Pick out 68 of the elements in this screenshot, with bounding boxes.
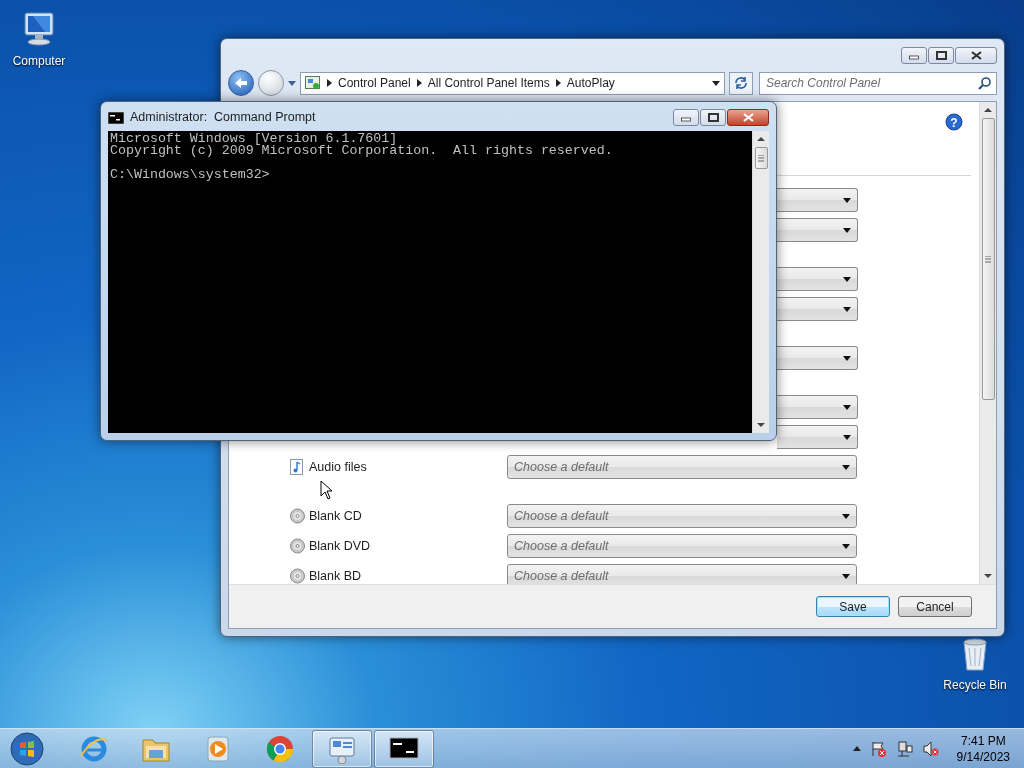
caret-icon[interactable] [843, 434, 851, 440]
chevron-icon[interactable] [555, 79, 561, 87]
dropdown[interactable]: Choose a default [507, 504, 857, 528]
caret-icon[interactable] [842, 513, 850, 519]
console-icon [108, 111, 124, 124]
back-arrow-icon[interactable] [233, 76, 249, 90]
scrollbar-thumb[interactable] [754, 147, 768, 169]
caret-icon[interactable] [843, 227, 851, 233]
clock-time[interactable]: 7:41 PM [956, 732, 1010, 749]
forward-button[interactable] [258, 70, 284, 96]
dialog-button[interactable]: Save [816, 596, 890, 617]
media-type-label: Blank DVD [308, 538, 372, 555]
back-button[interactable] [228, 70, 254, 96]
scroll-up-icon[interactable] [984, 107, 992, 112]
caret-icon[interactable] [843, 404, 851, 410]
maximize-icon[interactable] [707, 113, 719, 122]
breadcrumb-item[interactable]: All Control Panel Items [427, 74, 550, 92]
console-output: Microsoft Windows [Version 6.1.7601] Copyright (c) 2009 Microsoft Corporation. All rights reserved. C:\Windows\system32> [108, 131, 752, 433]
help-icon[interactable]: ? [945, 113, 963, 131]
windows-logo-icon[interactable] [10, 731, 44, 766]
chevron-icon[interactable] [327, 79, 332, 87]
disc-icon [289, 508, 305, 524]
close-button[interactable] [727, 109, 769, 126]
caret-icon[interactable] [843, 276, 851, 282]
flag-icon[interactable] [870, 740, 887, 757]
taskbar-app-button[interactable] [374, 729, 434, 768]
search-field[interactable]: Search Control Panel [759, 71, 997, 95]
close-icon[interactable] [970, 51, 982, 60]
scrollbar[interactable] [752, 131, 769, 433]
mouse-pointer-icon [320, 480, 333, 500]
maximize-button[interactable] [928, 47, 954, 64]
desktop-icon-label[interactable]: Computer [12, 52, 66, 70]
maximize-button[interactable] [700, 109, 726, 126]
music-file-icon [289, 459, 305, 475]
close-button[interactable] [955, 47, 997, 64]
scroll-down-icon[interactable] [984, 573, 992, 578]
caret-icon[interactable] [843, 355, 851, 361]
dropdown-arrow-icon[interactable] [712, 80, 720, 86]
chevron-up-icon[interactable] [852, 746, 861, 751]
breadcrumb-item[interactable]: Control Panel [338, 74, 411, 92]
maximize-icon[interactable] [935, 51, 947, 60]
scrollbar[interactable] [979, 102, 996, 584]
control-panel-icon [305, 76, 321, 90]
address-bar[interactable]: Control Panel All Control Panel Items AutoPlay [300, 71, 725, 95]
network-icon[interactable] [896, 740, 913, 757]
disc-icon [289, 538, 305, 554]
window-title: Administrator: Command Prompt [130, 109, 317, 127]
caret-icon[interactable] [842, 464, 850, 470]
caret-icon[interactable] [843, 197, 851, 203]
scrollbar-thumb[interactable] [981, 118, 995, 400]
desktop-icon-label[interactable]: Recycle Bin [943, 676, 1007, 694]
media-type-label: Blank CD [308, 508, 363, 525]
dialog-button[interactable]: Cancel [898, 596, 972, 617]
clock-date[interactable]: 9/14/2023 [956, 748, 1010, 765]
caret-icon[interactable] [842, 573, 850, 579]
chevron-icon[interactable] [416, 79, 422, 87]
breadcrumb-item[interactable]: AutoPlay [566, 74, 615, 92]
scroll-down-icon[interactable] [757, 422, 765, 427]
dropdown[interactable]: Choose a default [507, 564, 857, 584]
browser-icon [265, 733, 295, 764]
dropdown[interactable]: Choose a default [507, 455, 857, 479]
speaker-muted-icon[interactable] [922, 740, 939, 757]
caret-icon[interactable] [843, 306, 851, 312]
media-type-label: Audio files [308, 459, 368, 476]
dropdown[interactable]: Choose a default [507, 534, 857, 558]
caret-icon[interactable] [842, 543, 850, 549]
media-type-label: Blank BD [308, 568, 363, 584]
scroll-up-icon[interactable] [757, 136, 765, 141]
